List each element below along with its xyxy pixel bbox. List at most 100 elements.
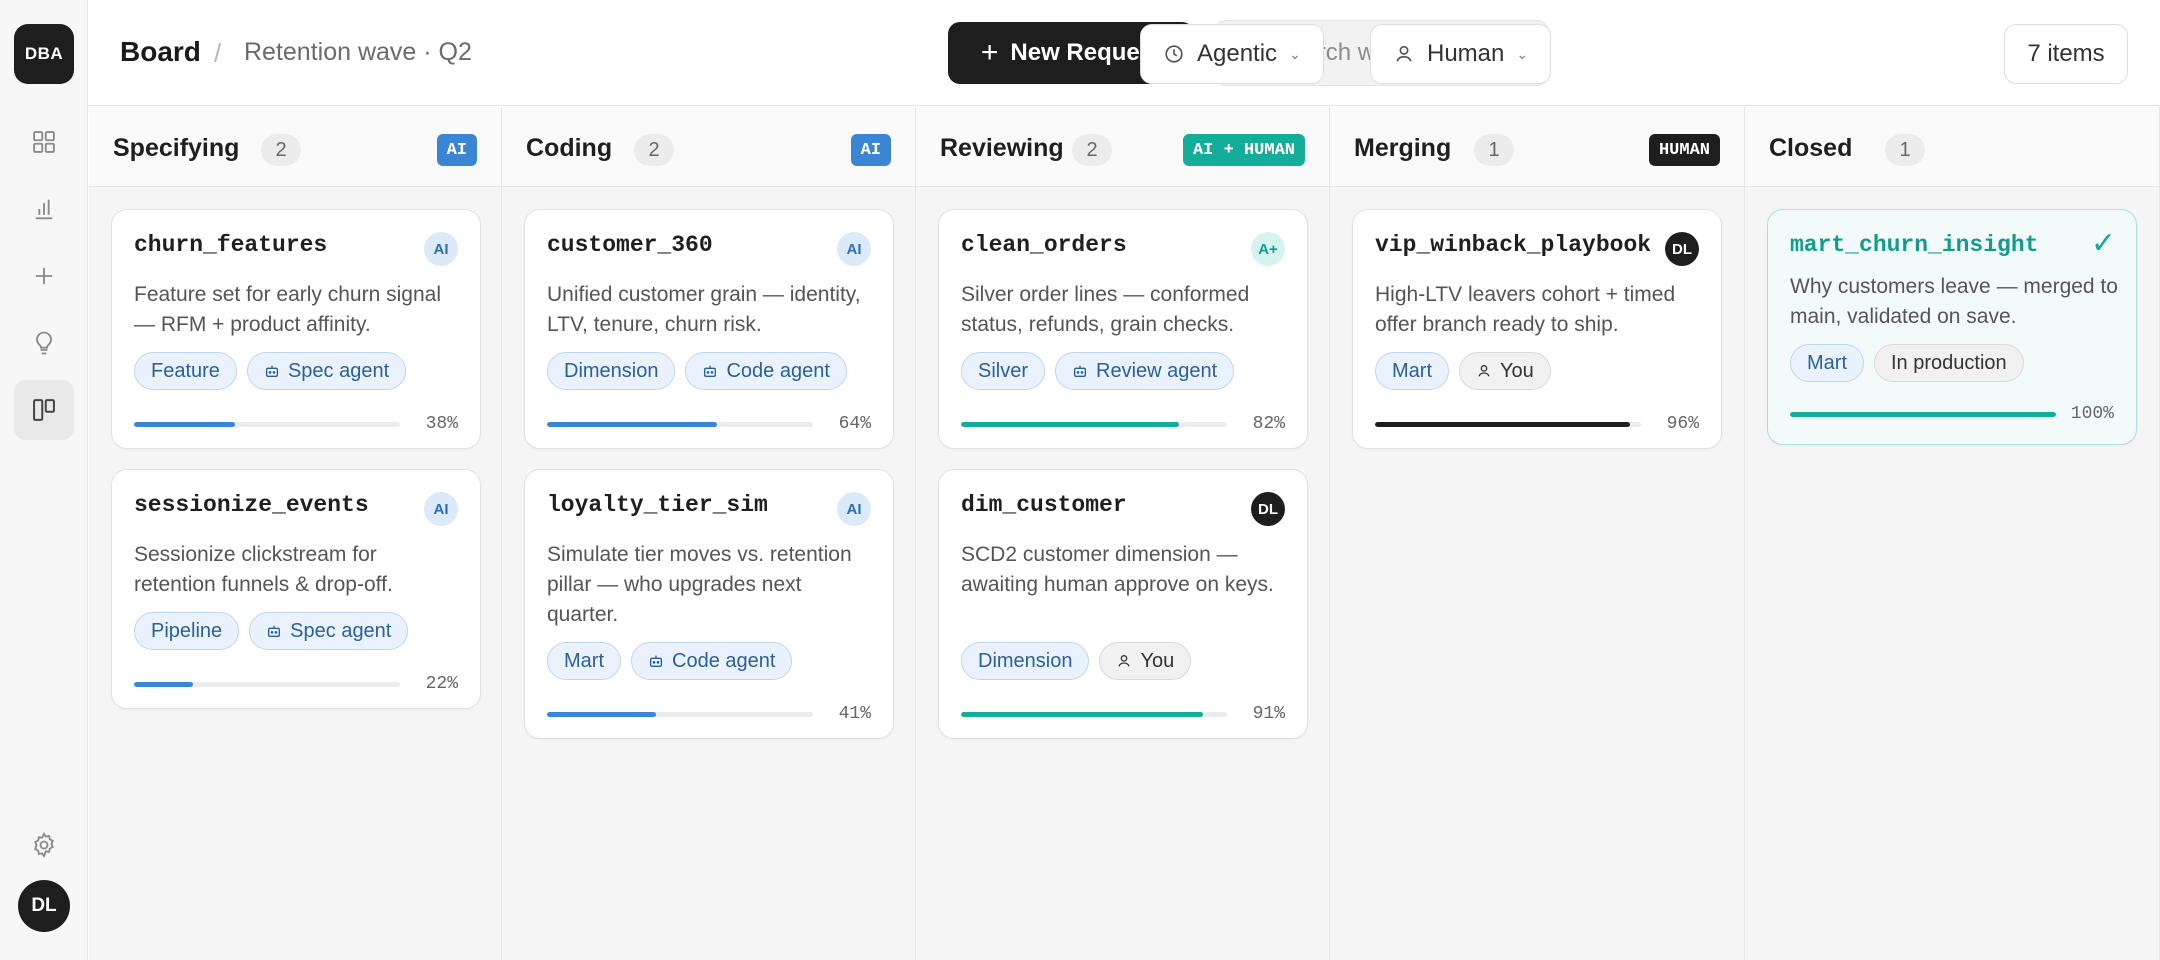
assignee-avatar: DL — [1665, 232, 1699, 266]
board-icon[interactable] — [14, 380, 74, 440]
chip-label: Dimension — [978, 649, 1073, 672]
type-chip: Dimension — [961, 642, 1090, 680]
card-title: dim_customer — [961, 492, 1127, 518]
column-coding: Coding 2 AI customer_360 AI Unified customer … — [502, 107, 916, 960]
chip-label: In production — [1891, 351, 2007, 374]
agent-chip: Code agent — [631, 642, 793, 680]
progress-bar: 64% — [547, 414, 871, 434]
progress-fill — [134, 421, 236, 427]
ai-badge: AI — [424, 492, 458, 526]
progress-fill — [547, 421, 718, 427]
card-description: Feature set for early churn signal — RFM… — [134, 283, 441, 336]
new-request-label: New Request — [1010, 39, 1162, 66]
user-avatar[interactable]: DL — [18, 880, 70, 932]
chart-icon[interactable] — [14, 179, 74, 239]
card-title: sessionize_events — [134, 492, 369, 518]
robot-icon — [1074, 365, 1087, 377]
progress-fill — [961, 711, 1204, 717]
progress-percent: 64% — [838, 414, 871, 434]
progress-percent: 100% — [2070, 404, 2114, 424]
plus-icon[interactable] — [14, 246, 74, 306]
card-description: High-LTV leavers cohort + timed offer br… — [1375, 283, 1676, 336]
type-chip: Mart — [1790, 344, 1864, 382]
progress-fill — [1375, 421, 1631, 427]
work-item-card[interactable]: customer_360 AI Unified customer grain — i… — [524, 209, 894, 449]
gear-icon[interactable] — [14, 815, 74, 875]
work-item-card[interactable]: churn_features AI Feature set for early ch… — [111, 209, 481, 449]
progress-fill — [134, 681, 193, 687]
type-chip: Silver — [961, 352, 1046, 390]
column-title: Merging — [1354, 134, 1452, 162]
robot-icon — [650, 655, 662, 667]
work-item-card[interactable]: loyalty_tier_sim AI Simulate tier moves vs… — [524, 469, 894, 739]
progress-bar: 91% — [961, 704, 1285, 724]
chevron-down-icon: ⌄ — [1516, 45, 1529, 62]
assignee-avatar: DL — [1251, 492, 1285, 526]
progress-fill — [1790, 411, 2056, 417]
progress-bar: 22% — [134, 674, 458, 694]
breadcrumb-board[interactable]: Board — [120, 36, 201, 68]
chip-label: Dimension — [564, 359, 659, 382]
type-chip: Pipeline — [134, 612, 240, 650]
card-chips: Pipeline Spec agent — [134, 612, 409, 650]
owner-filter-dropdown[interactable]: Human ⌄ — [1370, 24, 1552, 84]
agent-chip: Spec agent — [249, 612, 409, 650]
column-count-badge: 2 — [634, 134, 674, 166]
progress-percent: 82% — [1252, 414, 1285, 434]
chip-label: Pipeline — [151, 619, 223, 642]
card-chips: Mart Code agent — [547, 642, 793, 680]
breadcrumb-project[interactable]: Retention wave · Q2 — [244, 38, 472, 67]
sidebar: DBA DL — [0, 0, 88, 960]
chevron-down-icon: ⌄ — [1289, 45, 1301, 62]
card-title: vip_winback_playbook — [1375, 232, 1652, 258]
progress-track — [961, 711, 1227, 717]
card-title: mart_churn_insight — [1790, 232, 2039, 258]
chip-label: Code agent — [672, 649, 776, 672]
check-icon: ✓ — [2090, 227, 2116, 260]
card-title: clean_orders — [961, 232, 1127, 258]
card-description: Silver order lines — conformed status, r… — [961, 283, 1250, 336]
card-description: Unified customer grain — identity, LTV, … — [547, 283, 861, 336]
progress-track — [134, 421, 400, 427]
column-count-badge: 2 — [261, 134, 301, 166]
card-chips: Dimension You — [961, 642, 1192, 680]
work-item-card[interactable]: clean_orders A+ Silver order lines — confo… — [938, 209, 1308, 449]
column-count-badge: 2 — [1072, 134, 1112, 166]
work-item-card[interactable]: dim_customer DL SCD2 customer dimension — … — [938, 469, 1308, 739]
progress-track — [1375, 421, 1641, 427]
progress-bar: 82% — [961, 414, 1285, 434]
robot-icon — [265, 365, 278, 377]
progress-percent: 38% — [425, 414, 458, 434]
chip-label: Spec agent — [287, 359, 390, 382]
column-count-badge: 1 — [1885, 134, 1925, 166]
progress-track — [1790, 411, 2056, 417]
app-logo[interactable]: DBA — [14, 24, 74, 84]
progress-track — [547, 711, 813, 717]
chip-label: Mart — [1392, 359, 1432, 382]
owner-chip: You — [1099, 642, 1192, 680]
mode-filter-label: Agentic — [1197, 40, 1278, 67]
card-chips: Mart You — [1375, 352, 1551, 390]
lightbulb-icon[interactable] — [14, 313, 74, 373]
card-description: SCD2 customer dimension — awaiting human… — [961, 543, 1274, 596]
work-item-card[interactable]: vip_winback_playbook DL High-LTV leavers c… — [1352, 209, 1722, 449]
status-chip: In production — [1874, 344, 2024, 382]
column-title: Reviewing — [940, 134, 1064, 162]
work-item-card[interactable]: sessionize_events AI Sessionize clickstrea… — [111, 469, 481, 709]
type-chip: Mart — [547, 642, 621, 680]
progress-bar: 38% — [134, 414, 458, 434]
chip-label: Spec agent — [290, 619, 392, 642]
column-header: Coding 2 AI — [502, 107, 915, 187]
grid-icon[interactable] — [14, 112, 74, 172]
column-header: Specifying 2 AI — [89, 107, 501, 187]
header: Board / Retention wave · Q2 + New Reques… — [88, 0, 2160, 106]
item-count-badge: 7 items — [2004, 24, 2128, 84]
type-chip: Dimension — [547, 352, 676, 390]
work-item-card[interactable]: mart_churn_insight ✓ Why customers leave —… — [1767, 209, 2137, 445]
agent-chip: Spec agent — [246, 352, 407, 390]
column-title: Coding — [526, 134, 613, 162]
mode-filter-dropdown[interactable]: Agentic ⌄ — [1140, 24, 1324, 84]
person-icon — [1118, 655, 1131, 667]
progress-bar: 41% — [547, 704, 871, 724]
agent-chip: Code agent — [685, 352, 847, 390]
